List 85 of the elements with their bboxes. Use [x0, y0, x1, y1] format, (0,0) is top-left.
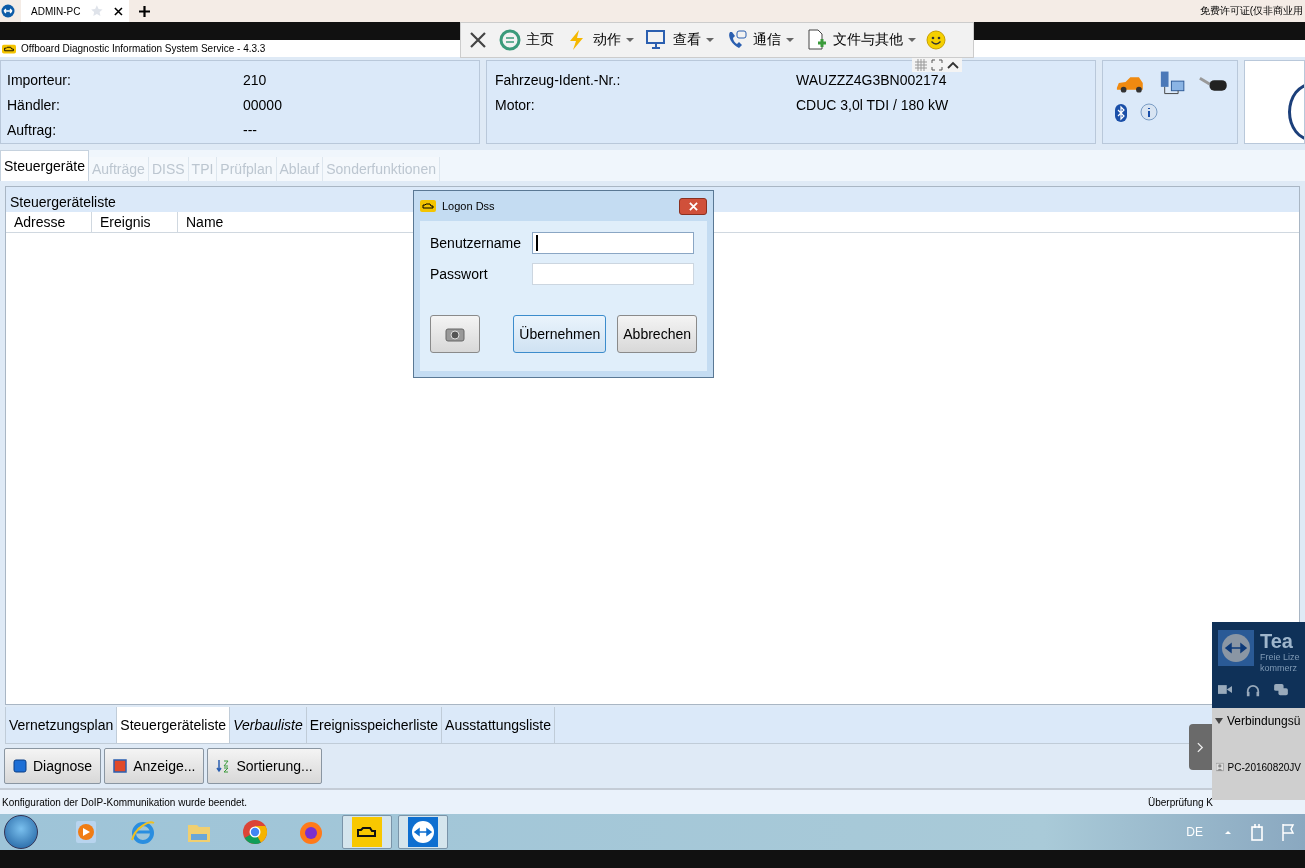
expanded-icon[interactable]: [1215, 718, 1223, 724]
engine-icon: [2, 43, 16, 54]
toolbar-menu-button[interactable]: 文件与其他: [804, 29, 918, 51]
file-icon: [806, 29, 828, 51]
info-value: WAUZZZ4G3BN002174: [796, 71, 947, 88]
browser-tab[interactable]: ADMIN-PC: [21, 0, 129, 22]
phone-icon: [726, 29, 748, 51]
caret-icon: [786, 37, 794, 43]
engine-icon: [420, 200, 436, 212]
engine-icon: [352, 817, 382, 847]
panel-subtitle: kommerz: [1260, 663, 1298, 674]
collapse-icon[interactable]: [947, 59, 959, 71]
close-icon[interactable]: [114, 6, 123, 16]
info-label: Importeur:: [7, 71, 72, 88]
camera-button[interactable]: [430, 315, 480, 353]
sort-icon: [216, 759, 231, 773]
info-label: Händler:: [7, 96, 61, 113]
info-label: Fahrzeug-Ident.-Nr.:: [495, 71, 622, 88]
info-value: ---: [243, 121, 257, 138]
monitor-icon: [646, 29, 668, 51]
panel-toggle[interactable]: [1189, 724, 1212, 770]
close-icon: [688, 201, 698, 211]
license-notice: 免费许可证(仅非商业用: [1199, 4, 1304, 18]
arrows-icon[interactable]: [1, 4, 15, 18]
view-tab[interactable]: Ausstattungsliste: [442, 707, 555, 743]
video-camera-icon[interactable]: [1218, 684, 1232, 695]
headset-icon[interactable]: [1246, 684, 1260, 698]
tab[interactable]: Steuergeräte: [0, 150, 89, 181]
column-header[interactable]: Ereignis: [92, 212, 178, 232]
dialog-button[interactable]: Übernehmen: [513, 315, 607, 353]
close-button[interactable]: [679, 197, 707, 215]
toolbar-menu-button[interactable]: 动作: [564, 29, 636, 51]
arrows-icon: [1218, 630, 1254, 666]
info-value: 00000: [243, 96, 282, 113]
input-field[interactable]: [532, 262, 694, 285]
person-icon: [1216, 760, 1224, 774]
toolbar-menu-button[interactable]: 查看: [644, 29, 716, 51]
action-button[interactable]: Diagnose: [4, 748, 102, 784]
chrome-icon: [241, 818, 269, 846]
field-label: Passwort: [430, 265, 489, 282]
smiley-icon[interactable]: [926, 30, 946, 50]
caret-icon: [706, 37, 714, 43]
action-button[interactable]: Sortierung...: [207, 748, 322, 784]
toolbar-menu-button[interactable]: 主页: [497, 29, 556, 51]
column-header[interactable]: Adresse: [6, 212, 92, 232]
info-label: Auftrag:: [7, 121, 58, 138]
caret-icon: [626, 37, 634, 43]
chat-icon[interactable]: [1274, 684, 1288, 696]
window-title: Offboard Diagnostic Information System Service - 4.3.3: [21, 43, 266, 54]
view-tab[interactable]: Steuergeräteliste: [117, 707, 231, 743]
section-header: Verbindungsü: [1227, 714, 1301, 728]
browser-e-icon: [129, 818, 157, 846]
camera-icon: [444, 326, 465, 342]
column-header[interactable]: Name: [178, 212, 263, 232]
contact-item[interactable]: PC-20160820JV: [1212, 734, 1305, 800]
expand-icon[interactable]: [931, 59, 943, 71]
chevron-icon: [1197, 741, 1204, 753]
view-tab[interactable]: Vernetzungsplan: [6, 707, 118, 743]
info-value: 210: [243, 71, 267, 88]
add-tab-icon[interactable]: [139, 5, 150, 17]
status-message: Konfiguration der DoIP-Kommunikation wurde beendet.: [2, 796, 248, 808]
info-label: Motor:: [495, 96, 536, 113]
dialog-title: Logon Dss: [442, 200, 496, 212]
window-icon: [113, 759, 128, 773]
bluetooth-icon[interactable]: [1115, 104, 1127, 122]
info-icon[interactable]: [1139, 103, 1159, 123]
close-icon[interactable]: [469, 31, 487, 49]
panel-title: Tea: [1260, 630, 1294, 652]
car-icon[interactable]: [1115, 75, 1146, 93]
home-icon: [499, 29, 521, 51]
key-icon[interactable]: [1198, 74, 1229, 94]
square-icon: [13, 759, 27, 773]
star-icon[interactable]: [90, 4, 105, 18]
arrows-icon: [408, 817, 438, 847]
status-text: Überprüfung K: [1147, 796, 1213, 808]
caret-icon: [908, 37, 916, 43]
dialog-button[interactable]: Abbrechen: [617, 315, 697, 353]
panel-subtitle: Freie Lize: [1260, 652, 1300, 663]
action-button[interactable]: Anzeige...: [104, 748, 205, 784]
taskbar-app[interactable]: [342, 815, 392, 849]
start-button[interactable]: [4, 815, 38, 849]
field-label: Benutzername: [430, 234, 523, 251]
input-field[interactable]: [532, 231, 694, 254]
info-value: CDUC 3,0l TDI / 180 kW: [796, 96, 949, 113]
toolbar-menu-button[interactable]: 通信: [724, 29, 796, 51]
